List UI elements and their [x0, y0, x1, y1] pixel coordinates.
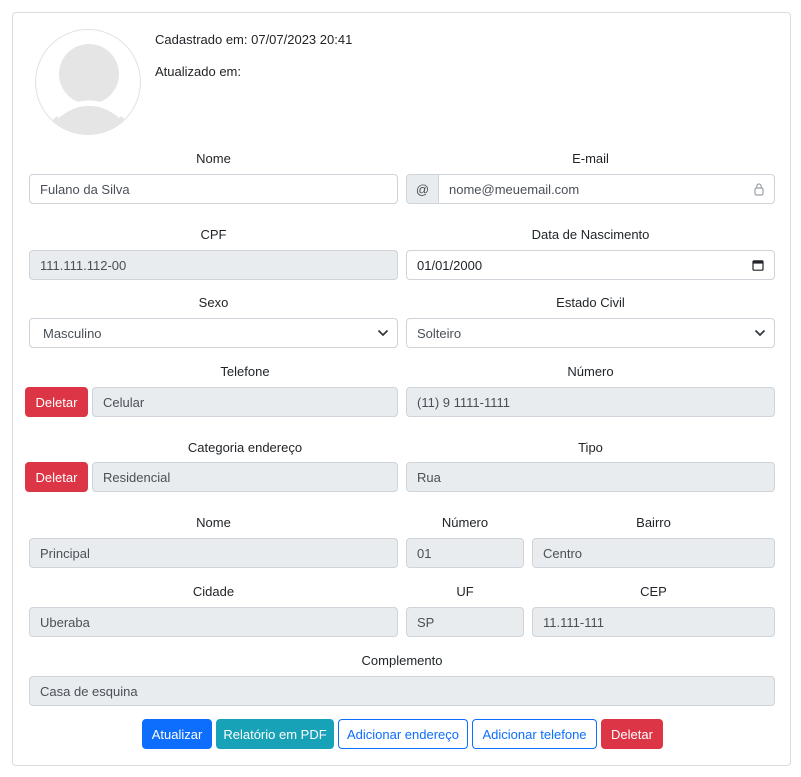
- estado-civil-select[interactable]: Solteiro: [406, 318, 775, 348]
- cep-input[interactable]: 11.111-111: [532, 607, 775, 637]
- user-silhouette-icon: [45, 44, 133, 134]
- created-at-text: Cadastrado em: 07/07/2023 20:41: [155, 32, 353, 47]
- telefone-numero-input[interactable]: (11) 9 1111-1111: [406, 387, 775, 417]
- endereco-numero-label: Número: [441, 515, 489, 530]
- delete-telefone-button[interactable]: Deletar: [25, 387, 88, 417]
- email-input[interactable]: nome@meuemail.com: [438, 174, 775, 204]
- cpf-label: CPF: [200, 227, 227, 242]
- complemento-input[interactable]: Casa de esquina: [29, 676, 775, 706]
- sexo-select[interactable]: Masculino: [29, 318, 398, 348]
- cpf-input[interactable]: 111.111.112-00: [29, 250, 398, 280]
- uf-label: UF: [456, 584, 474, 599]
- complemento-label: Complemento: [361, 653, 443, 668]
- nome-label: Nome: [196, 151, 231, 166]
- chevron-down-icon: [754, 329, 766, 337]
- tipo-input[interactable]: Rua: [406, 462, 775, 492]
- chevron-down-icon: [377, 329, 389, 337]
- cidade-label: Cidade: [192, 584, 235, 599]
- atualizar-button[interactable]: Atualizar: [142, 719, 212, 749]
- endereco-nome-label: Nome: [196, 515, 231, 530]
- endereco-nome-input[interactable]: Principal: [29, 538, 398, 568]
- endereco-numero-input[interactable]: 01: [406, 538, 524, 568]
- email-label: E-mail: [572, 151, 609, 166]
- avatar: [35, 29, 141, 135]
- lock-icon: [754, 183, 764, 196]
- cidade-input[interactable]: Uberaba: [29, 607, 398, 637]
- categoria-endereco-input[interactable]: Residencial: [92, 462, 398, 492]
- delete-endereco-button[interactable]: Deletar: [25, 462, 88, 492]
- relatorio-pdf-button[interactable]: Relatório em PDF: [216, 719, 334, 749]
- nome-input[interactable]: Fulano da Silva: [29, 174, 398, 204]
- estado-civil-value: Solteiro: [417, 325, 462, 341]
- updated-at-text: Atualizado em:: [155, 64, 241, 79]
- cep-label: CEP: [640, 584, 667, 599]
- deletar-button[interactable]: Deletar: [601, 719, 663, 749]
- uf-input[interactable]: SP: [406, 607, 524, 637]
- sexo-label: Sexo: [198, 295, 229, 310]
- estado-civil-label: Estado Civil: [556, 295, 625, 310]
- add-telefone-button[interactable]: Adicionar telefone: [472, 719, 597, 749]
- tipo-label: Tipo: [578, 440, 603, 455]
- email-value: nome@meuemail.com: [449, 181, 580, 197]
- add-endereco-button[interactable]: Adicionar endereço: [338, 719, 468, 749]
- email-at-addon: @: [406, 174, 439, 204]
- nascimento-value: 01/01/2000: [417, 257, 483, 273]
- bairro-label: Bairro: [636, 515, 671, 530]
- telefone-label: Telefone: [220, 364, 270, 379]
- categoria-endereco-label: Categoria endereço: [187, 440, 303, 455]
- telefone-numero-label: Número: [567, 364, 614, 379]
- sexo-value: Masculino: [43, 325, 102, 341]
- bairro-input[interactable]: Centro: [532, 538, 775, 568]
- calendar-icon[interactable]: [752, 259, 764, 271]
- nascimento-label: Data de Nascimento: [531, 227, 650, 242]
- nascimento-input[interactable]: 01/01/2000: [406, 250, 775, 280]
- telefone-tipo-input[interactable]: Celular: [92, 387, 398, 417]
